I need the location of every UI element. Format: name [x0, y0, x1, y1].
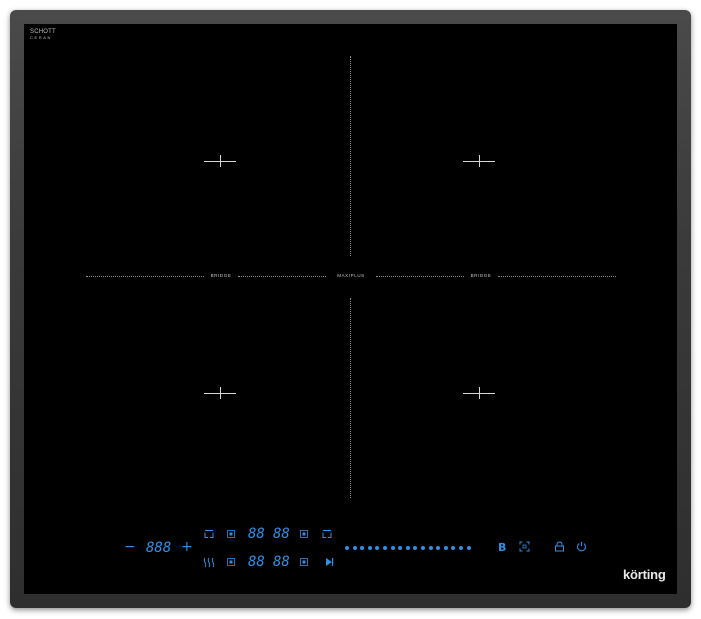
heat-waves-icon[interactable]	[203, 557, 215, 568]
slider-step[interactable]	[405, 546, 410, 550]
zone-mark-top-left	[204, 155, 236, 167]
slider-step[interactable]	[390, 546, 395, 550]
timer-display: 888	[146, 540, 172, 556]
zone-dot-icon[interactable]	[227, 558, 235, 566]
top-left-power-display: 88	[248, 526, 265, 542]
bridge-mode-icon[interactable]	[519, 541, 530, 552]
brand-logo: körting	[623, 567, 666, 582]
zone-dot-icon[interactable]	[300, 530, 308, 538]
slider-step[interactable]	[458, 546, 463, 550]
slider-step[interactable]	[413, 546, 418, 550]
zone-select-icon[interactable]	[322, 529, 332, 539]
upper-zone-divider	[350, 56, 351, 256]
horizontal-divider-left-mid	[238, 276, 326, 277]
power-slider[interactable]	[345, 545, 485, 551]
horizontal-divider-left	[86, 276, 204, 277]
slider-step[interactable]	[436, 546, 441, 550]
zone-dot-icon[interactable]	[227, 530, 235, 538]
power-icon[interactable]	[576, 541, 587, 552]
slider-step[interactable]	[352, 546, 357, 550]
zone-mark-bottom-left	[204, 387, 236, 399]
horizontal-divider-right-mid	[376, 276, 464, 277]
plus-button[interactable]: +	[181, 540, 193, 554]
slider-step[interactable]	[428, 546, 433, 550]
zone-mark-top-right	[463, 155, 495, 167]
slider-step[interactable]	[420, 546, 425, 550]
slider-step[interactable]	[382, 546, 387, 550]
slider-step[interactable]	[451, 546, 456, 550]
left-bridge-label: BRIDGE	[210, 273, 232, 278]
play-pause-icon[interactable]	[324, 557, 334, 567]
maker-mark-line2: CERAN	[30, 35, 53, 40]
bottom-left-power-display: 88	[248, 554, 265, 570]
slider-step[interactable]	[443, 546, 448, 550]
zone-dot-icon[interactable]	[300, 558, 308, 566]
slider-step[interactable]	[345, 546, 349, 550]
slider-step[interactable]	[466, 546, 471, 550]
slider-step[interactable]	[375, 546, 380, 550]
top-right-power-display: 88	[273, 526, 290, 542]
maker-mark: SCHOTT CERAN	[30, 29, 70, 40]
slider-step[interactable]	[360, 546, 365, 550]
bottom-right-power-display: 88	[273, 554, 290, 570]
right-bridge-label: BRIDGE	[470, 273, 492, 278]
maxiplus-label: MAXIPLUS	[337, 273, 365, 278]
slider-step[interactable]	[398, 546, 403, 550]
zone-mark-bottom-right	[463, 387, 495, 399]
zone-select-icon[interactable]	[204, 529, 214, 539]
boost-button[interactable]: B	[498, 542, 506, 553]
minus-button[interactable]: −	[124, 540, 136, 554]
lock-icon[interactable]	[554, 541, 565, 552]
lower-zone-divider	[350, 298, 351, 498]
slider-step[interactable]	[367, 546, 372, 550]
horizontal-divider-right	[498, 276, 616, 277]
